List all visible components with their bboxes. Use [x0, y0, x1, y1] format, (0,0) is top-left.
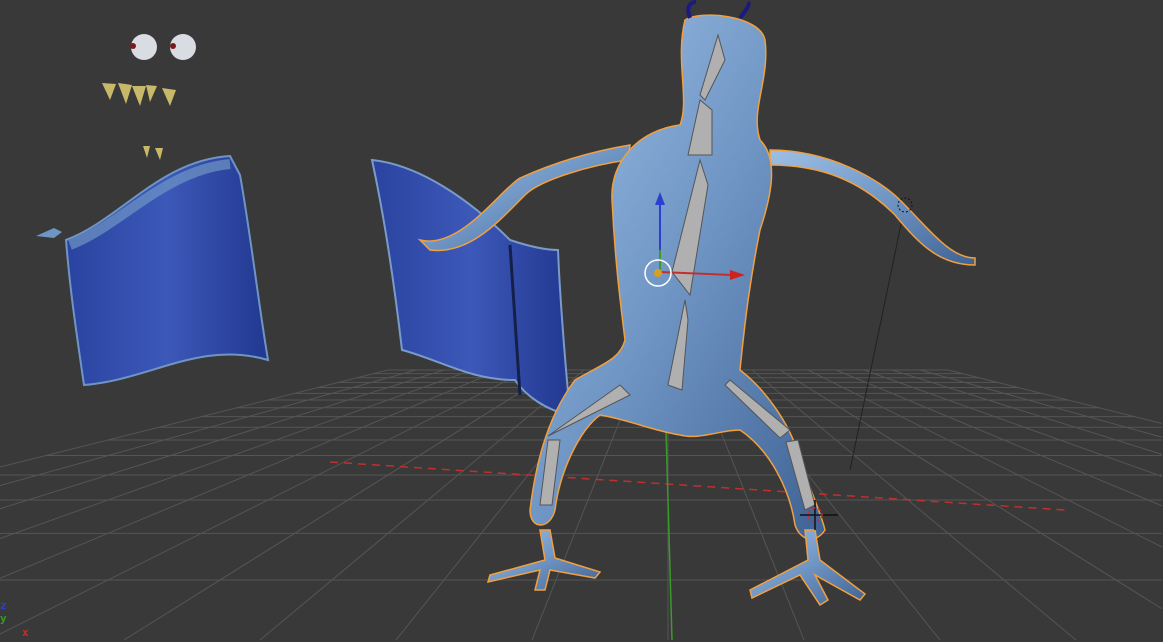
- grid-line: [0, 369, 501, 579]
- light-line: [849, 204, 906, 471]
- axis-label-y: y: [0, 612, 7, 625]
- grid-line: [835, 369, 1163, 507]
- y-axis-line: [665, 429, 673, 641]
- cloth-wing-right[interactable]: [370, 158, 572, 417]
- axis-label-z: z: [0, 599, 7, 612]
- axis-label-x: x: [22, 626, 29, 639]
- grid-line: [947, 369, 1163, 424]
- teeth[interactable]: [102, 83, 176, 160]
- 3d-viewport[interactable]: z y x: [0, 0, 1163, 642]
- x-axis-line: [329, 461, 1066, 511]
- grid-line: [0, 369, 389, 468]
- grid-line: [123, 369, 557, 641]
- grid-line: [0, 369, 445, 510]
- grid-line: [0, 369, 473, 540]
- scene-canvas[interactable]: [0, 0, 1163, 642]
- grid-line: [807, 369, 1163, 548]
- grid-line: [0, 369, 529, 635]
- eyeballs[interactable]: [130, 34, 196, 60]
- small-fish[interactable]: [36, 228, 62, 238]
